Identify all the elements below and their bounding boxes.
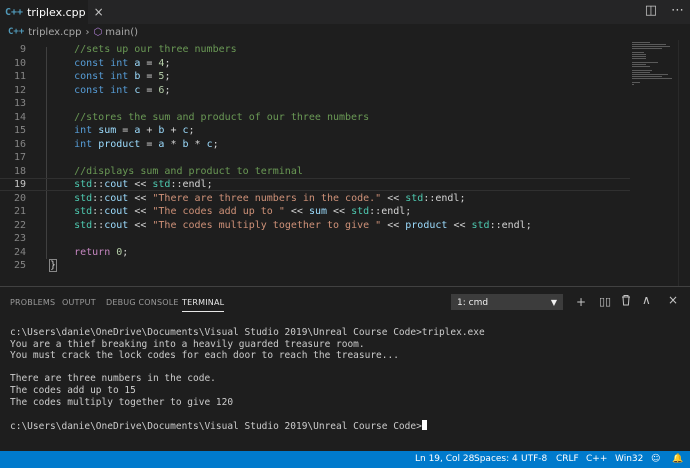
line-number: 13 [13,98,26,109]
code-text: } [48,259,58,272]
line-number: 16 [13,138,26,150]
chevron-down-icon: ▼ [550,298,557,307]
line-number: 23 [13,233,26,244]
line-number: 14 [13,111,26,123]
code-line[interactable]: 13 [0,97,630,110]
code-line[interactable]: 21 std::cout << "The codes add up to " <… [0,205,630,218]
tab-bar: C++ triplex.cpp × ◫ ⋯ [0,0,690,24]
minimap[interactable] [632,42,678,112]
add-terminal-icon[interactable]: + [576,295,586,309]
code-line[interactable]: 19 std::cout << std::endl; [0,178,630,191]
code-line[interactable]: 23 [0,232,630,245]
indentation[interactable]: Spaces: 4 [474,454,518,464]
line-ending[interactable]: CRLF [556,454,579,464]
terminal-line: There are three numbers in the code. [10,373,216,385]
code-line[interactable]: 20 std::cout << "There are three numbers… [0,192,630,205]
line-number: 9 [19,44,26,55]
status-bar: Ln 19, Col 28 Spaces: 4 UTF-8 CRLF C++ W… [0,451,690,468]
terminal-select[interactable]: 1: cmd ▼ [451,294,563,310]
breadcrumb: C++ triplex.cpp › ⬡ main() [0,24,620,40]
code-line[interactable]: 16 int product = a * b * c; [0,138,630,151]
line-number: 20 [13,192,26,204]
code-text: int product = a * b * c; [74,138,219,150]
line-number: 17 [13,152,26,163]
line-number: 11 [13,71,26,82]
code-text: //sets up our three numbers [74,44,237,55]
line-number: 19 [13,179,26,190]
cpp-file-icon: C++ [5,6,24,18]
code-text: //displays sum and product to terminal [74,165,303,177]
code-text: const int a = 4; [74,57,171,69]
code-text: std::cout << std::endl; [74,179,213,190]
bottom-panel: PROBLEMS OUTPUT DEBUG CONSOLE TERMINAL 1… [0,286,690,452]
terminal-line: The codes add up to 15 [10,384,136,396]
tab-title: triplex.cpp [27,5,86,19]
maximize-panel-icon[interactable]: ∧ [642,293,651,307]
terminal-output[interactable]: c:\Users\danie\OneDrive\Documents\Visual… [10,327,680,432]
tab-problems[interactable]: PROBLEMS [10,298,55,307]
terminal-line: c:\Users\danie\OneDrive\Documents\Visual… [10,327,485,338]
code-text: //stores the sum and product of our thre… [74,111,370,123]
breadcrumb-symbol[interactable]: main() [105,27,138,38]
code-text: std::cout << "There are three numbers in… [74,192,466,204]
code-line[interactable]: 14 //stores the sum and product of our t… [0,111,630,124]
panel-tabs: PROBLEMS OUTPUT DEBUG CONSOLE TERMINAL 1… [0,287,690,317]
line-number: 12 [13,84,26,96]
line-number: 15 [13,125,26,136]
cursor-position[interactable]: Ln 19, Col 28 [415,454,474,464]
line-number: 21 [13,206,26,217]
code-text: const int c = 6; [74,84,171,96]
terminal-line: The codes multiply together to give 120 [10,396,234,408]
close-panel-icon[interactable]: × [668,293,678,307]
code-line[interactable]: 9 //sets up our three numbers [0,43,630,56]
function-symbol-icon: ⬡ [93,26,103,38]
line-number: 25 [13,260,26,271]
code-line[interactable]: 17 [0,151,630,164]
tab-triplex-cpp[interactable]: C++ triplex.cpp × [0,0,104,24]
platform[interactable]: Win32 [615,454,643,464]
code-text: return 0; [74,246,129,258]
terminal-line: You must crack the lock codes for each d… [10,350,399,362]
code-line[interactable]: 22 std::cout << "The codes multiply toge… [0,219,630,232]
code-line[interactable]: 24 return 0; [0,246,630,259]
code-text: const int b = 5; [74,71,171,82]
code-line[interactable]: 12 const int c = 6; [0,84,630,97]
code-editor[interactable]: 9 //sets up our three numbers 10 const in… [0,40,690,286]
encoding[interactable]: UTF-8 [521,454,547,464]
tab-debug-console[interactable]: DEBUG CONSOLE [106,298,179,307]
code-line[interactable]: 15 int sum = a + b + c; [0,124,630,137]
split-editor-icon[interactable]: ◫ [645,3,657,18]
feedback-icon[interactable]: ☺ [651,454,660,464]
code-line[interactable]: 11 const int b = 5; [0,70,630,83]
breadcrumb-separator: › [85,26,90,38]
line-number: 24 [13,246,26,258]
more-actions-icon[interactable]: ⋯ [671,3,684,18]
trash-icon[interactable] [621,294,631,309]
bell-icon[interactable]: 🔔 [672,454,683,464]
editor-scrollbar[interactable] [678,40,690,286]
code-text: std::cout << "The codes multiply togethe… [74,219,532,231]
terminal-cursor [421,419,427,430]
close-icon[interactable]: × [94,5,104,19]
terminal-line: c:\Users\danie\OneDrive\Documents\Visual… [10,419,680,432]
terminal-select-value: 1: cmd [457,298,489,308]
line-number: 10 [13,57,26,69]
code-line[interactable]: 10 const int a = 4; [0,57,630,70]
breadcrumb-file[interactable]: triplex.cpp [28,27,81,38]
code-text: std::cout << "The codes add up to " << s… [74,206,412,217]
cpp-file-icon: C++ [8,27,25,37]
tab-terminal[interactable]: TERMINAL [182,298,225,312]
code-line[interactable]: 18 //displays sum and product to termina… [0,165,630,178]
code-text: int sum = a + b + c; [74,125,195,136]
code-line[interactable]: 25} [0,259,630,272]
line-number: 22 [13,219,26,231]
editor-actions: ◫ ⋯ [645,3,684,18]
line-number: 18 [13,165,26,177]
language-mode[interactable]: C++ [586,454,607,464]
tab-output[interactable]: OUTPUT [62,298,96,307]
split-terminal-icon[interactable]: ▯▯ [599,295,611,308]
terminal-line: You are a thief breaking into a heavily … [10,338,365,350]
